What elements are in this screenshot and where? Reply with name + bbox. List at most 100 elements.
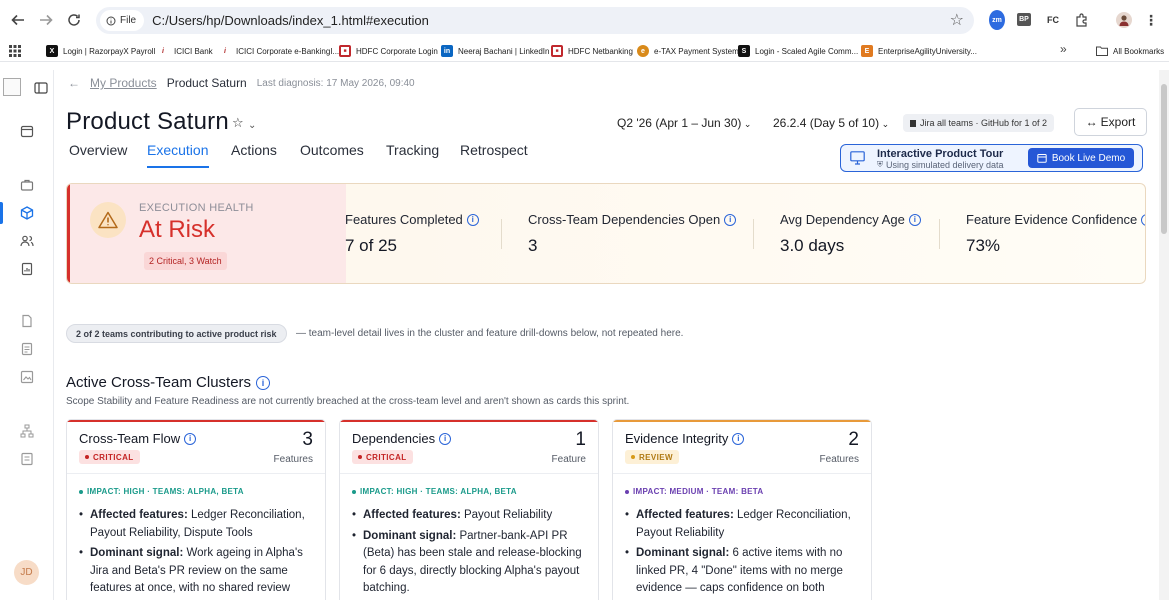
metric-dependencies-open: Cross-Team Dependencies Open i 3 (528, 212, 737, 256)
back-arrow-icon[interactable]: ← (68, 76, 80, 90)
feature-count-label: Features (273, 454, 313, 465)
users-icon[interactable] (18, 232, 36, 250)
card-details: Affected features: Ledger Reconciliation… (625, 507, 863, 600)
page-scrollbar[interactable] (1159, 70, 1169, 600)
reload-icon[interactable] (61, 7, 87, 33)
book-live-demo-button[interactable]: Book Live Demo (1028, 148, 1134, 168)
info-icon[interactable]: i (724, 213, 737, 226)
feature-count: 3 (302, 429, 313, 450)
impact-label: IMPACT: MEDIUM · TEAM: BETA (625, 487, 763, 496)
all-bookmarks-folder[interactable]: All Bookmarks (1096, 43, 1164, 59)
collapse-sidebar-icon[interactable] (32, 79, 50, 97)
cluster-card-evidence-integrity[interactable]: Evidence Integrity i REVIEW 2 Features IM… (612, 419, 872, 600)
severity-badge: REVIEW (625, 450, 679, 464)
cluster-card-cross-team-flow[interactable]: Cross-Team Flow i CRITICAL 3 Features IMP… (66, 419, 326, 600)
breadcrumb: ← My Products Product Saturn Last diagno… (68, 76, 415, 90)
fc-extension-icon[interactable]: FC (1045, 10, 1061, 30)
info-icon[interactable]: i (1141, 213, 1145, 226)
health-label: EXECUTION HEALTH (139, 202, 254, 214)
file-chip-label: File (120, 15, 137, 26)
notes-icon[interactable] (18, 340, 36, 358)
divider (340, 473, 598, 474)
more-menu-icon[interactable]: ⋮ (1144, 10, 1158, 30)
more-bookmarks-chevron-icon[interactable]: » (1060, 42, 1067, 56)
impact-label: IMPACT: HIGH · TEAMS: ALPHA, BETA (352, 487, 517, 496)
bookmark-linkedin[interactable]: in Neeraj Bachani | LinkedIn (441, 43, 549, 59)
last-diagnosis: Last diagnosis: 17 May 2026, 09:40 (256, 77, 415, 89)
scrollbar-thumb[interactable] (1161, 84, 1167, 234)
metric-features-completed: Features Completed i 7 of 25 (345, 212, 479, 256)
feature-count: 2 (848, 429, 859, 450)
tab-tracking[interactable]: Tracking (386, 142, 439, 158)
forward-arrow-icon[interactable] (33, 7, 59, 33)
app-logo[interactable] (3, 78, 21, 96)
divider (753, 219, 754, 249)
back-arrow-icon[interactable] (5, 7, 31, 33)
tab-actions[interactable]: Actions (231, 142, 277, 158)
product-cube-icon[interactable] (18, 204, 36, 222)
cluster-card-dependencies[interactable]: Dependencies i CRITICAL 1 Feature IMPACT:… (339, 419, 599, 600)
bp-extension-icon[interactable]: BP (1017, 13, 1031, 26)
clusters-subtitle: Scope Stability and Feature Readiness ar… (66, 396, 630, 407)
book-icon (910, 119, 916, 127)
bookmark-enterprise-agility[interactable]: E EnterpriseAgilityUniversity... (861, 43, 977, 59)
address-bar[interactable]: File C:/Users/hp/Downloads/index_1.html#… (96, 7, 974, 34)
bookmark-etax[interactable]: e e-TAX Payment System (637, 43, 739, 59)
divider (67, 473, 325, 474)
tab-execution[interactable]: Execution (147, 142, 208, 158)
checklist-icon[interactable] (18, 450, 36, 468)
teams-contributing-chip[interactable]: 2 of 2 teams contributing to active prod… (66, 324, 287, 343)
card-accent-bar (613, 420, 871, 422)
breadcrumb-my-products[interactable]: My Products (90, 76, 157, 90)
health-status: At Risk (139, 216, 216, 243)
tab-outcomes[interactable]: Outcomes (300, 142, 364, 158)
info-icon[interactable]: i (466, 213, 479, 226)
document-icon[interactable] (18, 312, 36, 330)
tab-retrospect[interactable]: Retrospect (460, 142, 528, 158)
page-title: Product Saturn (66, 108, 229, 135)
profile-avatar-icon[interactable] (1116, 12, 1132, 28)
user-avatar[interactable]: JD (14, 560, 39, 585)
apps-grid-icon[interactable] (9, 44, 21, 62)
favorite-star-icon[interactable]: ☆ (232, 115, 244, 131)
breadcrumb-current: Product Saturn (166, 76, 247, 90)
extensions-puzzle-icon[interactable] (1073, 10, 1091, 30)
presentation-icon (850, 151, 865, 165)
bookmark-hdfc-netbanking[interactable]: ■ HDFC Netbanking (551, 43, 633, 59)
shield-check-icon: ⛨ (877, 160, 883, 169)
info-icon[interactable]: i (256, 375, 271, 390)
feature-count: 1 (575, 429, 586, 450)
site-info-chip[interactable]: File (100, 10, 145, 31)
info-icon[interactable]: i (184, 432, 197, 445)
icici-icon: i (157, 45, 169, 57)
report-icon[interactable] (18, 260, 36, 278)
bookmark-scaled-agile[interactable]: S Login - Scaled Agile Comm... (738, 43, 858, 59)
metric-dependency-age: Avg Dependency Age i 3.0 days (780, 212, 921, 256)
chevron-down-icon: ⌄ (879, 119, 890, 129)
tab-overview[interactable]: Overview (69, 142, 127, 158)
card-accent-bar (340, 420, 598, 422)
briefcase-icon[interactable] (18, 176, 36, 194)
org-chart-icon[interactable] (18, 422, 36, 440)
bookmark-hdfc-corporate[interactable]: ■ HDFC Corporate Login (339, 43, 438, 59)
app-sidebar: JD (0, 70, 54, 600)
bookmark-razorpay[interactable]: X Login | RazorpayX Payroll (46, 43, 155, 59)
zoom-extension-icon[interactable]: zm (989, 10, 1005, 30)
release-selector[interactable]: 26.2.4 (Day 5 of 10) ⌄ (773, 116, 889, 130)
product-switch-chevron-icon[interactable]: ⌄ (248, 120, 256, 131)
quarter-selector[interactable]: Q2 '26 (Apr 1 – Jun 30) ⌄ (617, 116, 751, 130)
calendar-icon[interactable] (18, 122, 36, 140)
url-text: C:/Users/hp/Downloads/index_1.html#execu… (152, 13, 429, 28)
image-gallery-icon[interactable] (18, 368, 36, 386)
export-button[interactable]: ↔ Export (1074, 108, 1147, 136)
bookmark-icici-bank[interactable]: i ICICI Bank (157, 43, 213, 59)
sidebar-active-indicator (0, 202, 3, 224)
bookmark-star-icon[interactable]: ☆ (950, 10, 964, 30)
severity-badge: CRITICAL (352, 450, 413, 464)
severity-badge: CRITICAL (79, 450, 140, 464)
integration-chip[interactable]: Jira all teams · GitHub for 1 of 2 (903, 114, 1055, 132)
info-icon[interactable]: i (732, 432, 745, 445)
info-icon[interactable]: i (439, 432, 452, 445)
bookmark-icici-corporate[interactable]: i ICICI Corporate e-BankingI... (219, 43, 339, 59)
info-icon[interactable]: i (908, 213, 921, 226)
